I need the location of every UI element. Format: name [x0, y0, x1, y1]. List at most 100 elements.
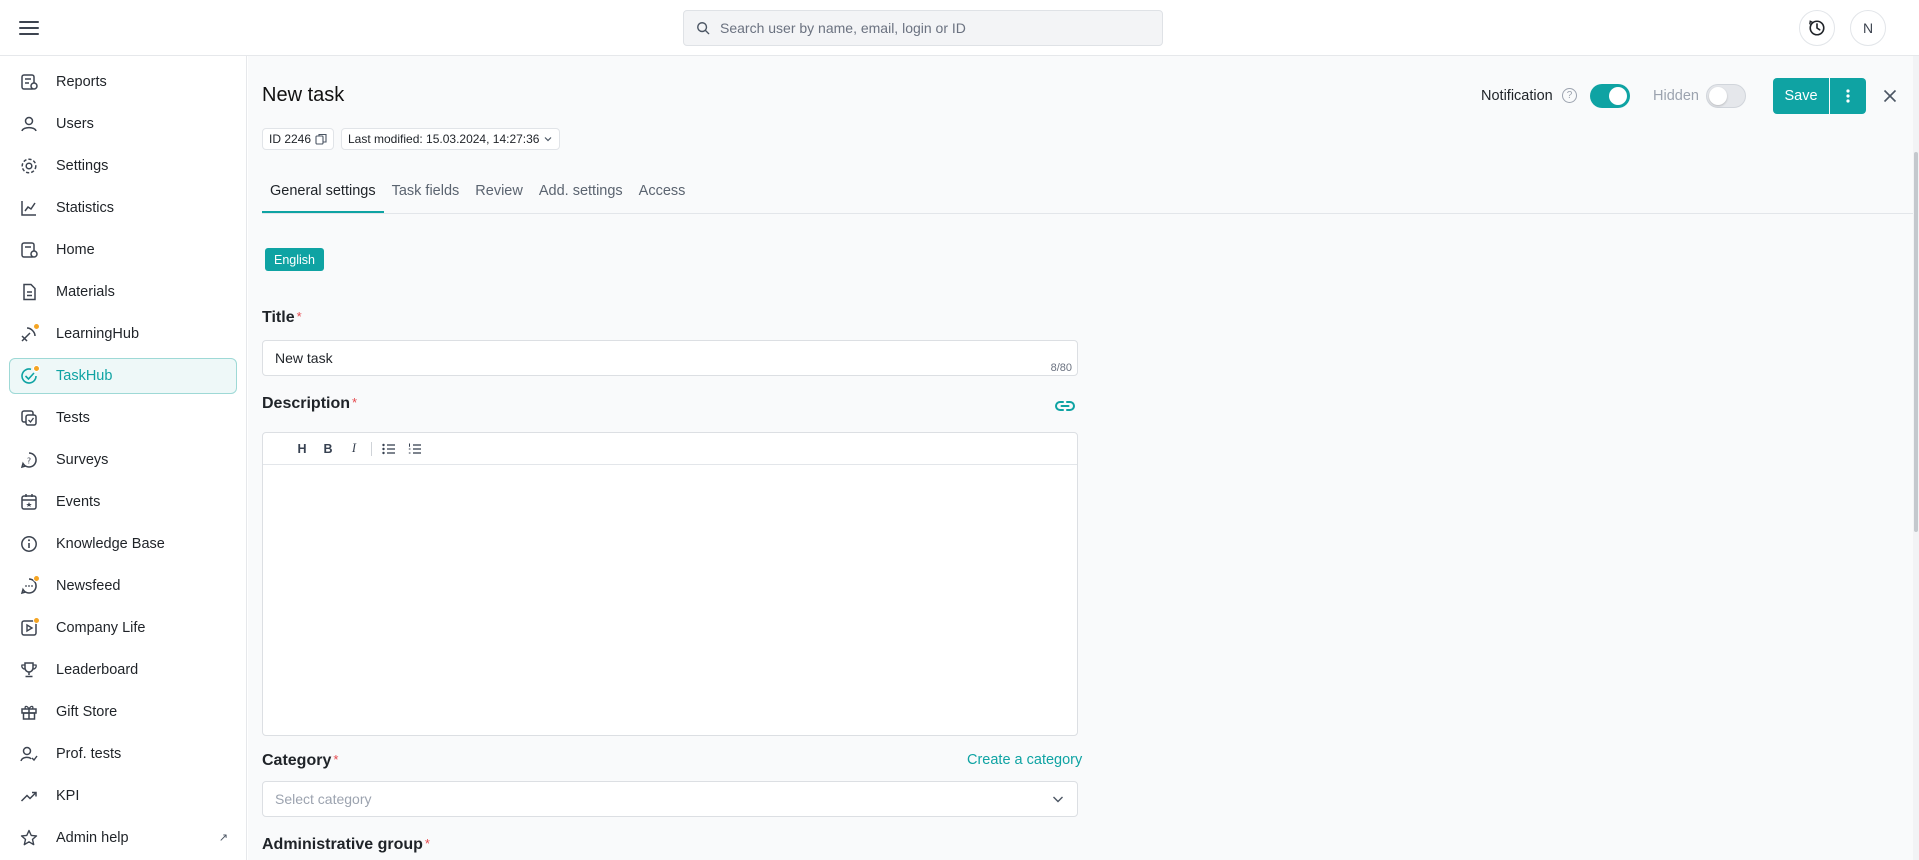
tab-add-settings[interactable]: Add. settings: [531, 181, 631, 213]
notification-label: Notification: [1481, 88, 1553, 104]
sidebar-item-label: Materials: [56, 284, 115, 300]
sidebar-item-surveys[interactable]: ? Surveys: [9, 442, 237, 478]
required-mark: *: [333, 752, 339, 767]
italic-button[interactable]: I: [341, 437, 367, 461]
tab-bar: General settings Task fields Review Add.…: [262, 181, 693, 213]
chart-line-icon: [19, 198, 39, 218]
check-circle-icon: [19, 365, 40, 386]
search-box[interactable]: [683, 10, 1163, 46]
notification-dot: [33, 365, 40, 372]
sidebar-item-label: Surveys: [56, 452, 109, 468]
title-field[interactable]: 8/80: [262, 340, 1078, 376]
info-icon: [19, 534, 39, 554]
sidebar-item-label: Knowledge Base: [56, 536, 165, 552]
sidebar-item-leaderboard[interactable]: Leaderboard: [9, 652, 237, 688]
tabs-divider: [262, 213, 1919, 214]
sidebar-item-newsfeed[interactable]: Newsfeed: [9, 568, 237, 604]
menu-icon[interactable]: [19, 18, 39, 38]
sidebar-item-label: Settings: [56, 158, 109, 174]
calendar-icon: [19, 492, 39, 512]
search-input[interactable]: [720, 20, 1150, 36]
history-button[interactable]: [1799, 10, 1835, 46]
notification-dot: [33, 323, 40, 330]
sidebar-item-learninghub[interactable]: LearningHub: [9, 316, 237, 352]
numbered-list-icon: [408, 443, 421, 454]
user-icon: [19, 114, 39, 134]
create-category-link[interactable]: Create a category: [967, 752, 1082, 768]
toggle-knob: [1609, 87, 1627, 105]
sidebar-item-taskhub[interactable]: TaskHub: [9, 358, 237, 394]
save-button[interactable]: Save: [1773, 78, 1829, 114]
sidebar-item-prof-tests[interactable]: Prof. tests: [9, 736, 237, 772]
sidebar: Reports Users Settings Statistics Home M…: [0, 56, 247, 860]
language-badge[interactable]: English: [265, 248, 324, 271]
star-icon: [19, 828, 39, 848]
description-textarea[interactable]: [263, 465, 1077, 735]
reports-icon: [19, 72, 39, 92]
sidebar-item-label: Events: [56, 494, 101, 510]
chevron-down-icon: [1053, 796, 1063, 803]
bold-button[interactable]: B: [315, 437, 341, 461]
category-select[interactable]: Select category: [262, 781, 1078, 817]
sidebar-item-label: Newsfeed: [56, 578, 121, 594]
sidebar-item-kpi[interactable]: KPI: [9, 778, 237, 814]
tab-task-fields[interactable]: Task fields: [384, 181, 468, 213]
sidebar-item-company-life[interactable]: Company Life: [9, 610, 237, 646]
avatar-initial: N: [1862, 20, 1874, 36]
external-link-icon: ↗: [218, 832, 228, 844]
sidebar-item-users[interactable]: Users: [9, 106, 237, 142]
more-options-button[interactable]: [1830, 78, 1866, 114]
sidebar-item-settings[interactable]: Settings: [9, 148, 237, 184]
main-scrollbar[interactable]: [1913, 56, 1919, 860]
task-id-chip[interactable]: ID 2246: [262, 128, 335, 150]
sidebar-item-label: Gift Store: [56, 704, 118, 720]
last-modified-text: Last modified: 15.03.2024, 14:27:36: [348, 132, 540, 146]
hidden-toggle[interactable]: [1706, 84, 1746, 108]
tab-access[interactable]: Access: [631, 181, 694, 213]
trend-up-icon: [19, 786, 39, 806]
description-label: Description *: [262, 395, 358, 412]
gift-icon: [19, 702, 39, 722]
close-button[interactable]: [1880, 86, 1900, 106]
sidebar-item-home[interactable]: Home: [9, 232, 237, 268]
required-mark: *: [352, 395, 358, 410]
tab-review[interactable]: Review: [467, 181, 531, 213]
required-mark: *: [296, 309, 302, 324]
heading-button[interactable]: H: [289, 437, 315, 461]
scrollbar-thumb[interactable]: [1914, 152, 1918, 532]
numbered-list-button[interactable]: [402, 437, 428, 461]
chat-icon: [19, 575, 40, 596]
document-icon: [19, 282, 39, 302]
tab-general-settings[interactable]: General settings: [262, 181, 384, 213]
help-icon[interactable]: ?: [1562, 88, 1577, 103]
last-modified-chip[interactable]: Last modified: 15.03.2024, 14:27:36: [341, 128, 561, 150]
sidebar-item-statistics[interactable]: Statistics: [9, 190, 237, 226]
survey-icon: ?: [19, 450, 39, 470]
title-char-count: 8/80: [1050, 362, 1072, 374]
page-title: New task: [262, 84, 345, 106]
category-label: Category *: [262, 752, 339, 769]
notification-dot: [33, 617, 40, 624]
sidebar-item-label: Statistics: [56, 200, 115, 216]
sidebar-item-events[interactable]: Events: [9, 484, 237, 520]
profile-test-icon: [19, 744, 39, 764]
trophy-icon: [19, 660, 39, 680]
hidden-label: Hidden: [1653, 88, 1699, 104]
sidebar-item-gift-store[interactable]: Gift Store: [9, 694, 237, 730]
sidebar-item-tests[interactable]: Tests: [9, 400, 237, 436]
avatar[interactable]: N: [1850, 10, 1886, 46]
sidebar-item-admin-help[interactable]: Admin help ↗: [9, 820, 237, 856]
sidebar-item-label: TaskHub: [56, 368, 113, 384]
copy-icon[interactable]: [315, 133, 327, 145]
sidebar-item-reports[interactable]: Reports: [9, 64, 237, 100]
sidebar-item-knowledge-base[interactable]: Knowledge Base: [9, 526, 237, 562]
sidebar-item-label: Reports: [56, 74, 107, 90]
sidebar-item-materials[interactable]: Materials: [9, 274, 237, 310]
title-input[interactable]: [275, 341, 1035, 375]
required-mark: *: [424, 836, 430, 851]
link-icon[interactable]: [1053, 394, 1077, 418]
notification-toggle[interactable]: [1590, 84, 1630, 108]
bullet-list-button[interactable]: [376, 437, 402, 461]
video-icon: [19, 617, 40, 638]
home-icon: [19, 240, 39, 260]
